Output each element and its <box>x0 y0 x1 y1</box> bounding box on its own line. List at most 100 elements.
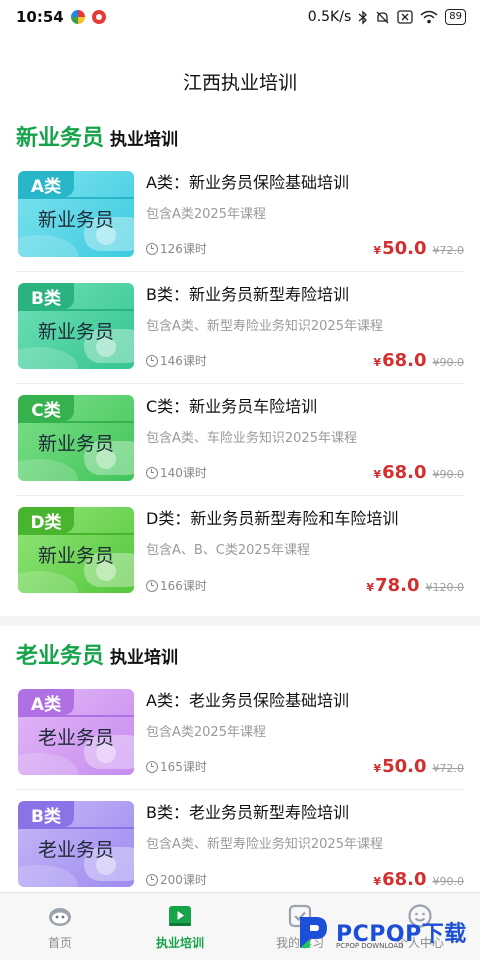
current-price: ¥68.0 <box>373 462 426 483</box>
course-title: B类：新业务员新型寿险培训 <box>146 285 349 304</box>
current-price: ¥68.0 <box>373 869 426 890</box>
network-speed: 0.5K/s <box>307 9 352 25</box>
course-thumbnail: A类老业务员 <box>18 689 134 775</box>
status-time: 10:54 <box>16 8 64 26</box>
course-price: ¥78.0 ¥120.0 <box>366 575 464 596</box>
original-price: ¥90.0 <box>432 468 465 481</box>
section-header: 老业务员 执业培训 <box>0 626 480 678</box>
course-group: A类老业务员 A类：老业务员保险基础培训包含A类2025年课程 165课时 ¥50.0… <box>0 678 480 892</box>
course-card[interactable]: A类 新业务员 A类：新业务员保险基础培训包含A类2025年课程 126课时 ¥50.0… <box>16 160 464 272</box>
course-description: 包含A类2025年课程 <box>146 207 266 222</box>
price-value: 68.0 <box>382 350 427 371</box>
original-price: ¥120.0 <box>425 581 465 594</box>
course-info: C类：新业务员车险培训 包含A类、车险业务知识2025年课程 140课时 ¥68.0 ¥… <box>146 394 464 485</box>
app-notification-icon <box>91 10 106 24</box>
section-subtitle: 执业培训 <box>110 648 179 668</box>
course-description: 包含A、B、C类2025年课程 <box>146 543 310 558</box>
course-info: B类：老业务员新型寿险培训包含A类、新型寿险业务知识2025年课程 200课时 ¥6… <box>146 800 464 892</box>
course-group: A类 新业务员 A类：新业务员保险基础培训包含A类2025年课程 126课时 ¥50.0… <box>0 160 480 608</box>
clock-icon <box>146 466 158 479</box>
course-tag: C类 <box>18 395 74 421</box>
course-thumbnail: A类 新业务员 <box>18 171 134 257</box>
clock-icon <box>146 873 158 886</box>
hours-label: 166课时 <box>160 579 207 593</box>
course-hours: 126课时 <box>146 240 207 257</box>
course-hours: 166课时 <box>146 577 207 594</box>
hours-label: 200课时 <box>160 873 207 887</box>
course-title: A类：新业务员保险基础培训 <box>146 173 349 192</box>
course-info: A类：新业务员保险基础培训包含A类2025年课程 126课时 ¥50.0 ¥72.0 <box>146 170 464 261</box>
original-price: ¥90.0 <box>432 356 465 369</box>
section-title: 老业务员 <box>16 644 105 669</box>
course-card[interactable]: D类 新业务员 D类：新业务员新型寿险和车险培训 包含A、B、C类2025年课程 166… <box>16 496 464 608</box>
course-card[interactable]: C类 新业务员 C类：新业务员车险培训包含A类、车险业务知识2025年课程 140课时… <box>16 384 464 496</box>
currency-symbol: ¥ <box>373 468 382 481</box>
tag-underline <box>18 827 134 829</box>
hours-label: 165课时 <box>160 760 207 774</box>
course-price: ¥68.0 ¥90.0 <box>373 869 464 890</box>
course-title: A类：老业务员保险基础培训 <box>146 691 349 710</box>
tag-underline <box>18 715 134 717</box>
tab-training[interactable]: 执业培训 <box>120 893 240 960</box>
current-price: ¥50.0 <box>373 238 426 259</box>
currency-symbol: ¥ <box>373 875 382 888</box>
bluetooth-icon <box>358 9 368 25</box>
thumbnail-title: 老业务员 <box>37 839 114 861</box>
section-title: 新业务员 <box>16 126 105 151</box>
currency-symbol: ¥ <box>373 356 382 369</box>
course-card[interactable]: B类 新业务员 B类：新业务员新型寿险培训 包含A类、新型寿险业务知识2025年课程 1… <box>16 272 464 384</box>
course-title: B类：老业务员新型寿险培训 <box>146 803 349 822</box>
course-hours: 200课时 <box>146 871 207 888</box>
course-hours: 146课时 <box>146 352 207 369</box>
tab-home[interactable]: 首页 <box>0 893 120 960</box>
thumbnail-decoration <box>18 235 78 257</box>
thumbnail-decoration <box>18 347 78 369</box>
hours-label: 140课时 <box>160 466 207 480</box>
thumbnail-title: 老业务员 <box>37 727 114 749</box>
tag-underline <box>18 533 134 535</box>
clock-icon <box>146 242 158 255</box>
course-description: 包含A类2025年课程 <box>146 725 266 740</box>
course-list[interactable]: 新业务员 执业培训 A类 新业务员 A类：新业务员保险基础培训 包含A类2025年课程 12… <box>0 108 480 892</box>
course-price: ¥68.0 ¥90.0 <box>373 350 464 371</box>
course-title: C类：新业务员车险培训 <box>146 397 318 416</box>
thumbnail-title: 新业务员 <box>37 545 114 567</box>
course-price: ¥50.0 ¥72.0 <box>373 756 464 777</box>
course-description: 包含A类、车险业务知识2025年课程 <box>146 431 357 446</box>
current-price: ¥78.0 <box>366 575 419 596</box>
play-book-icon <box>169 905 191 926</box>
pcpop-logo-icon <box>300 917 327 948</box>
course-hours: 140课时 <box>146 464 207 481</box>
price-value: 50.0 <box>382 238 427 259</box>
hours-label: 146课时 <box>160 354 207 368</box>
course-tag: B类 <box>18 801 74 827</box>
sim-off-icon <box>397 10 413 24</box>
course-info: A类：老业务员保险基础培训 包含A类2025年课程 165课时 ¥50.0 ¥72.0 <box>146 688 464 779</box>
price-value: 68.0 <box>382 462 427 483</box>
course-hours: 165课时 <box>146 758 207 775</box>
thumbnail-title: 新业务员 <box>37 321 114 343</box>
tab-label: 首页 <box>47 935 72 950</box>
tag-underline <box>18 421 134 423</box>
course-thumbnail: C类 新业务员 <box>18 395 134 481</box>
section-subtitle: 执业培训 <box>110 130 179 150</box>
clock-icon <box>146 760 158 773</box>
tag-underline <box>18 309 134 311</box>
course-thumbnail: B类老业务员 <box>18 801 134 887</box>
course-card[interactable]: B类老业务员 B类：老业务员新型寿险培训包含A类、新型寿险业务知识2025年课程 2… <box>16 790 464 892</box>
course-tag: A类 <box>18 689 74 715</box>
thumbnail-decoration <box>18 571 78 593</box>
original-price: ¥72.0 <box>432 762 465 775</box>
pcpop-watermark: PCPOP下载 PCPOP DOWNLOAD <box>296 908 476 956</box>
bell-muted-icon <box>376 11 389 23</box>
original-price: ¥72.0 <box>432 244 465 257</box>
course-tag: D类 <box>18 507 74 533</box>
course-price: ¥50.0 ¥72.0 <box>373 238 464 259</box>
course-description: 包含A类、新型寿险业务知识2025年课程 <box>146 837 383 852</box>
course-description: 包含A类、新型寿险业务知识2025年课程 <box>146 319 383 334</box>
price-value: 50.0 <box>382 756 427 777</box>
course-info: D类：新业务员新型寿险和车险培训 包含A、B、C类2025年课程 166课时 ¥78.… <box>146 506 464 598</box>
app-notification-icon <box>70 10 85 24</box>
course-card[interactable]: A类 老业务员 A类：老业务员保险基础培训 包含A类2025年课程 165课时 ¥50.0… <box>16 678 464 790</box>
clock-icon <box>146 579 158 592</box>
